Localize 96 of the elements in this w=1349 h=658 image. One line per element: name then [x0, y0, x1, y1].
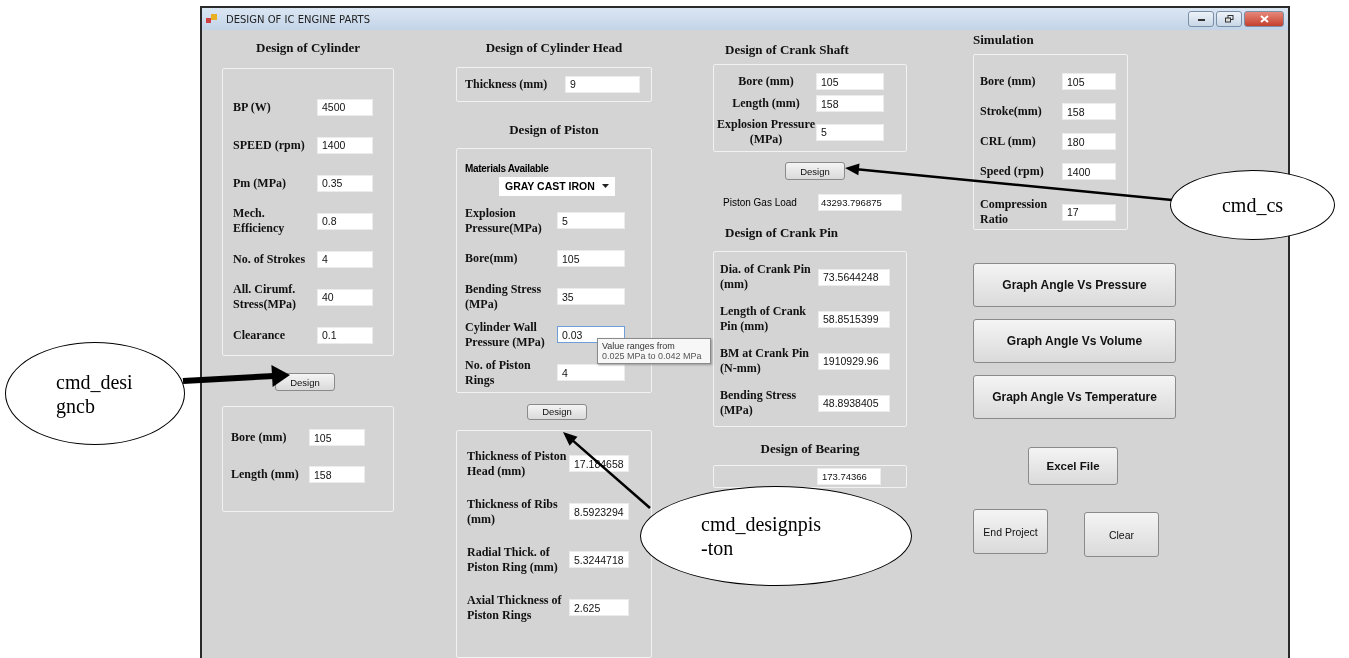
field-label: Thickness of Piston Head (mm): [467, 448, 568, 479]
section-heading: Design of Crank Pin: [725, 225, 840, 241]
restore-button[interactable]: [1216, 11, 1242, 27]
field-label: Bore(mm): [465, 251, 519, 267]
field-label: CRL (mm): [980, 134, 1037, 149]
input-field[interactable]: 4500: [317, 98, 373, 116]
field-label: Thickness of Ribs (mm): [467, 496, 559, 527]
field-label: All. Cirumf. Stress(MPa): [233, 282, 298, 312]
field-label: Dia. of Crank Pin (mm): [720, 262, 812, 292]
input-field[interactable]: 40: [317, 288, 373, 306]
input-field[interactable]: 105: [1062, 73, 1116, 90]
input-field[interactable]: 0.1: [317, 326, 373, 344]
input-field[interactable]: 4: [317, 250, 373, 268]
field-label: Axial Thickness of Piston Rings: [467, 592, 563, 623]
minimize-button[interactable]: [1188, 11, 1214, 27]
input-field[interactable]: 35: [557, 288, 625, 306]
output-field[interactable]: 105: [309, 429, 365, 446]
field-label: Mech. Efficiency: [233, 206, 286, 236]
input-field[interactable]: 9: [565, 75, 640, 93]
field-label: Length (mm): [231, 467, 300, 482]
output-field[interactable]: 1910929.96: [818, 352, 890, 370]
field-label: Pm (MPa): [233, 175, 287, 191]
field-label: Thickness (mm): [465, 76, 549, 92]
output-field[interactable]: 58.8515399: [818, 310, 890, 328]
callout-text: cmd_designpis: [701, 512, 821, 536]
field-label: No. of Piston Rings: [465, 357, 532, 388]
input-field[interactable]: 17: [1062, 203, 1116, 221]
field-label: Piston Gas Load: [723, 197, 798, 208]
restore-icon: [1224, 15, 1234, 23]
graph-button[interactable]: Graph Angle Vs Pressure: [973, 263, 1176, 307]
close-icon: [1259, 15, 1269, 23]
design-button[interactable]: Design: [785, 162, 845, 180]
input-field[interactable]: 105: [557, 250, 625, 268]
field-label: Radial Thick. of Piston Ring (mm): [467, 544, 559, 575]
output-field[interactable]: 73.5644248: [818, 268, 890, 286]
field-label: SPEED (rpm): [233, 137, 306, 153]
field-label: Bore (mm): [980, 74, 1037, 89]
field-label: Compression Ratio: [980, 197, 1049, 227]
output-field[interactable]: 43293.796875: [818, 194, 902, 211]
input-field[interactable]: 0.35: [317, 174, 373, 192]
field-label: Explosion Pressure (MPa): [716, 117, 816, 147]
field-label: BM at Crank Pin (N-mm): [720, 346, 810, 376]
design-button[interactable]: Design: [275, 373, 335, 391]
field-label: Materials Available: [465, 162, 550, 174]
field-label: Bending Stress (MPa): [465, 281, 543, 312]
field-label: Explosion Pressure(MPa): [465, 205, 543, 236]
input-field[interactable]: 1400: [317, 136, 373, 154]
input-field[interactable]: 5: [557, 212, 625, 230]
section-heading: Design of Bearing: [759, 441, 861, 457]
action-button[interactable]: End Project: [973, 509, 1048, 554]
field-label: Bore (mm): [231, 430, 288, 445]
field-label: Length of Crank Pin (mm): [720, 304, 807, 334]
input-field[interactable]: 0.8: [317, 212, 373, 230]
field-label: Bending Stress (MPa): [720, 388, 798, 418]
field-label: Bore (mm): [737, 74, 795, 89]
field-label: BP (W): [233, 99, 272, 115]
section-heading: Simulation: [973, 32, 1035, 48]
callout-text: gncb: [56, 393, 96, 418]
input-field[interactable]: 158: [1062, 103, 1116, 120]
output-field[interactable]: 8.5923294: [569, 503, 629, 521]
field-label: Stroke(mm): [980, 104, 1043, 119]
input-field[interactable]: 105: [816, 73, 884, 90]
window-title: DESIGN OF IC ENGINE PARTS: [226, 13, 371, 25]
section-heading: Design of Crank Shaft: [725, 42, 850, 58]
input-field[interactable]: 5: [816, 123, 884, 141]
close-button[interactable]: [1244, 11, 1284, 27]
field-label: Clearance: [233, 327, 286, 343]
minimize-icon: [1196, 16, 1206, 22]
field-label: No. of Strokes: [233, 251, 307, 267]
output-field[interactable]: 48.8938405: [818, 394, 890, 412]
graph-button[interactable]: Graph Angle Vs Volume: [973, 319, 1176, 363]
section-heading: Design of Piston: [508, 121, 600, 138]
section-heading: Design of Cylinder: [255, 40, 361, 56]
output-field[interactable]: 5.3244718: [569, 551, 629, 569]
graph-button[interactable]: Graph Angle Vs Temperature: [973, 375, 1176, 419]
output-field[interactable]: 173.74366: [817, 468, 881, 485]
input-field[interactable]: 180: [1062, 133, 1116, 150]
callout-text: cmd_desi: [56, 369, 133, 394]
callout-text: cmd_cs: [1221, 193, 1284, 217]
dropdown-arrow-icon: [602, 184, 609, 189]
section-heading: Design of Cylinder Head: [484, 40, 624, 56]
field-label: Speed (rpm): [980, 164, 1045, 179]
input-field[interactable]: 158: [816, 95, 884, 112]
field-label: Length (mm): [731, 96, 801, 111]
tooltip-text: 0.025 MPa to 0.042 MPa: [602, 350, 703, 361]
callout-text: -ton: [701, 536, 735, 560]
material-dropdown[interactable]: GRAY CAST IRON: [499, 176, 615, 196]
app-icon: [206, 14, 218, 24]
input-field[interactable]: 1400: [1062, 163, 1116, 180]
output-field[interactable]: 2.625: [569, 599, 629, 617]
output-field[interactable]: 158: [309, 466, 365, 483]
excel-button[interactable]: Excel File: [1028, 447, 1118, 485]
input-field[interactable]: 4: [557, 364, 625, 382]
field-label: Cylinder Wall Pressure (MPa): [465, 319, 546, 350]
design-button[interactable]: Design: [527, 403, 587, 420]
action-button[interactable]: Clear: [1084, 512, 1159, 557]
